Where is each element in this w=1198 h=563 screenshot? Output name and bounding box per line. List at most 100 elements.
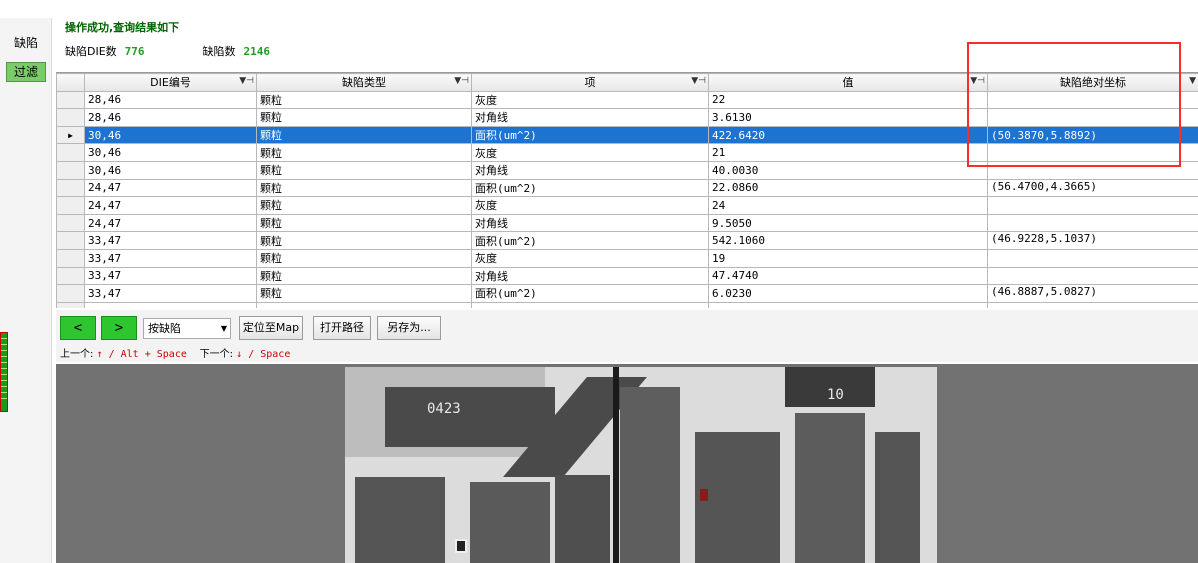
table-row[interactable]: 33,47 颗粒 面积(um^2) 6.0230 (46.8887,5.0827)	[56, 284, 1198, 303]
row-selector[interactable]	[56, 213, 85, 233]
cell-type[interactable]: 颗粒	[256, 231, 472, 250]
cell-value[interactable]: 3.6130	[708, 108, 988, 127]
cell-die[interactable]: 33,47	[84, 231, 257, 250]
filter-button[interactable]: 过滤	[6, 62, 46, 82]
cell-item[interactable]: 灰度	[471, 248, 709, 268]
row-selector[interactable]	[56, 178, 85, 198]
cell-die[interactable]: 33,47	[84, 284, 257, 303]
cell-item[interactable]: 面积(um^2)	[471, 178, 709, 198]
wafer-mini-map[interactable]	[0, 332, 8, 412]
cell-value[interactable]	[708, 301, 988, 308]
cell-type[interactable]: 颗粒	[256, 178, 472, 198]
cell-die[interactable]: 33,47	[84, 248, 257, 268]
column-header-value[interactable]: 值 ▼⊣	[708, 73, 988, 92]
row-selector[interactable]	[56, 90, 85, 110]
cell-die[interactable]: 24,47	[84, 196, 257, 215]
next-button[interactable]: >	[101, 316, 137, 340]
cell-die[interactable]: 30,46	[84, 143, 257, 162]
table-row[interactable]: 33,47 颗粒 面积(um^2) 542.1060 (46.9228,5.1037)	[56, 231, 1198, 250]
cell-item[interactable]: 面积(um^2)	[471, 284, 709, 303]
cell-value[interactable]: 542.1060	[708, 231, 988, 250]
row-selector[interactable]	[56, 108, 85, 127]
cell-value[interactable]: 22.0860	[708, 178, 988, 198]
table-row[interactable]	[56, 301, 1198, 308]
cell-item[interactable]: 灰度	[471, 90, 709, 110]
filter-pin-icon[interactable]: ▼⊣	[239, 76, 254, 86]
row-selector[interactable]	[56, 143, 85, 162]
locate-map-button[interactable]: 定位至Map	[239, 316, 303, 340]
cell-type[interactable]	[256, 301, 472, 308]
filter-icon[interactable]: ▼	[1189, 76, 1196, 86]
cell-type[interactable]: 颗粒	[256, 196, 472, 215]
cell-die[interactable]: 24,47	[84, 178, 257, 198]
row-selector[interactable]	[56, 196, 85, 215]
column-header-die[interactable]: DIE编号 ▼⊣	[84, 73, 257, 92]
cell-die[interactable]: 28,46	[84, 108, 257, 127]
cell-value[interactable]: 40.0030	[708, 160, 988, 180]
cell-coord[interactable]	[987, 248, 1198, 268]
table-row[interactable]: 33,47 颗粒 对角线 47.4740	[56, 266, 1198, 286]
save-as-button[interactable]: 另存为...	[377, 316, 441, 340]
filter-pin-icon[interactable]: ▼⊣	[454, 76, 469, 86]
cell-item[interactable]	[471, 301, 709, 308]
cell-type[interactable]: 颗粒	[256, 266, 472, 286]
cell-item[interactable]: 对角线	[471, 213, 709, 233]
cell-item[interactable]: 灰度	[471, 143, 709, 162]
cell-type[interactable]: 颗粒	[256, 90, 472, 110]
tab-defects[interactable]: 缺陷	[14, 34, 38, 51]
cell-die[interactable]: 30,46	[84, 125, 257, 145]
mode-select[interactable]: 按缺陷 ▼	[143, 318, 231, 339]
cell-die[interactable]: 33,47	[84, 266, 257, 286]
cell-type[interactable]: 颗粒	[256, 160, 472, 180]
cell-coord[interactable]	[987, 301, 1198, 308]
table-row[interactable]: 33,47 颗粒 灰度 19	[56, 248, 1198, 268]
prev-button[interactable]: <	[60, 316, 96, 340]
filter-pin-icon[interactable]: ▼⊣	[691, 76, 706, 86]
table-row[interactable]: 24,47 颗粒 对角线 9.5050	[56, 213, 1198, 233]
column-header-item[interactable]: 项 ▼⊣	[471, 73, 709, 92]
cell-value[interactable]: 21	[708, 143, 988, 162]
row-selector[interactable]	[56, 160, 85, 180]
row-selector[interactable]	[56, 266, 85, 286]
table-row[interactable]: 24,47 颗粒 灰度 24	[56, 196, 1198, 215]
row-selector[interactable]	[56, 301, 85, 308]
table-row[interactable]: 24,47 颗粒 面积(um^2) 22.0860 (56.4700,4.3665)	[56, 178, 1198, 198]
column-header-type[interactable]: 缺陷类型 ▼⊣	[256, 73, 472, 92]
cell-die[interactable]: 28,46	[84, 90, 257, 110]
cell-value[interactable]: 24	[708, 196, 988, 215]
cell-die[interactable]	[84, 301, 257, 308]
row-selector[interactable]	[56, 284, 85, 303]
cell-type[interactable]: 颗粒	[256, 213, 472, 233]
cell-value[interactable]: 422.6420	[708, 125, 988, 145]
cell-coord[interactable]	[987, 196, 1198, 215]
cell-value[interactable]: 9.5050	[708, 213, 988, 233]
cell-item[interactable]: 对角线	[471, 160, 709, 180]
cell-item[interactable]: 对角线	[471, 108, 709, 127]
cell-coord[interactable]	[987, 266, 1198, 286]
cell-type[interactable]: 颗粒	[256, 108, 472, 127]
cell-type[interactable]: 颗粒	[256, 125, 472, 145]
cell-coord[interactable]	[987, 213, 1198, 233]
cell-item[interactable]: 灰度	[471, 196, 709, 215]
cell-item[interactable]: 对角线	[471, 266, 709, 286]
cell-item[interactable]: 面积(um^2)	[471, 125, 709, 145]
cell-type[interactable]: 颗粒	[256, 284, 472, 303]
cell-value[interactable]: 6.0230	[708, 284, 988, 303]
cell-type[interactable]: 颗粒	[256, 143, 472, 162]
cell-item[interactable]: 面积(um^2)	[471, 231, 709, 250]
cell-type[interactable]: 颗粒	[256, 248, 472, 268]
cell-coord[interactable]: (46.8887,5.0827)	[987, 284, 1198, 303]
cell-die[interactable]: 24,47	[84, 213, 257, 233]
cell-value[interactable]: 19	[708, 248, 988, 268]
cell-value[interactable]: 22	[708, 90, 988, 110]
defect-sem-image[interactable]: 0423 10	[345, 367, 937, 563]
open-path-button[interactable]: 打开路径	[313, 316, 371, 340]
row-selector[interactable]	[56, 231, 85, 250]
cell-value[interactable]: 47.4740	[708, 266, 988, 286]
cell-coord[interactable]: (56.4700,4.3665)	[987, 178, 1198, 198]
defect-image-viewer[interactable]: 0423 10	[56, 364, 1198, 563]
row-selector[interactable]	[56, 248, 85, 268]
cell-coord[interactable]: (46.9228,5.1037)	[987, 231, 1198, 250]
cell-die[interactable]: 30,46	[84, 160, 257, 180]
row-selector[interactable]: ▶	[56, 125, 85, 145]
